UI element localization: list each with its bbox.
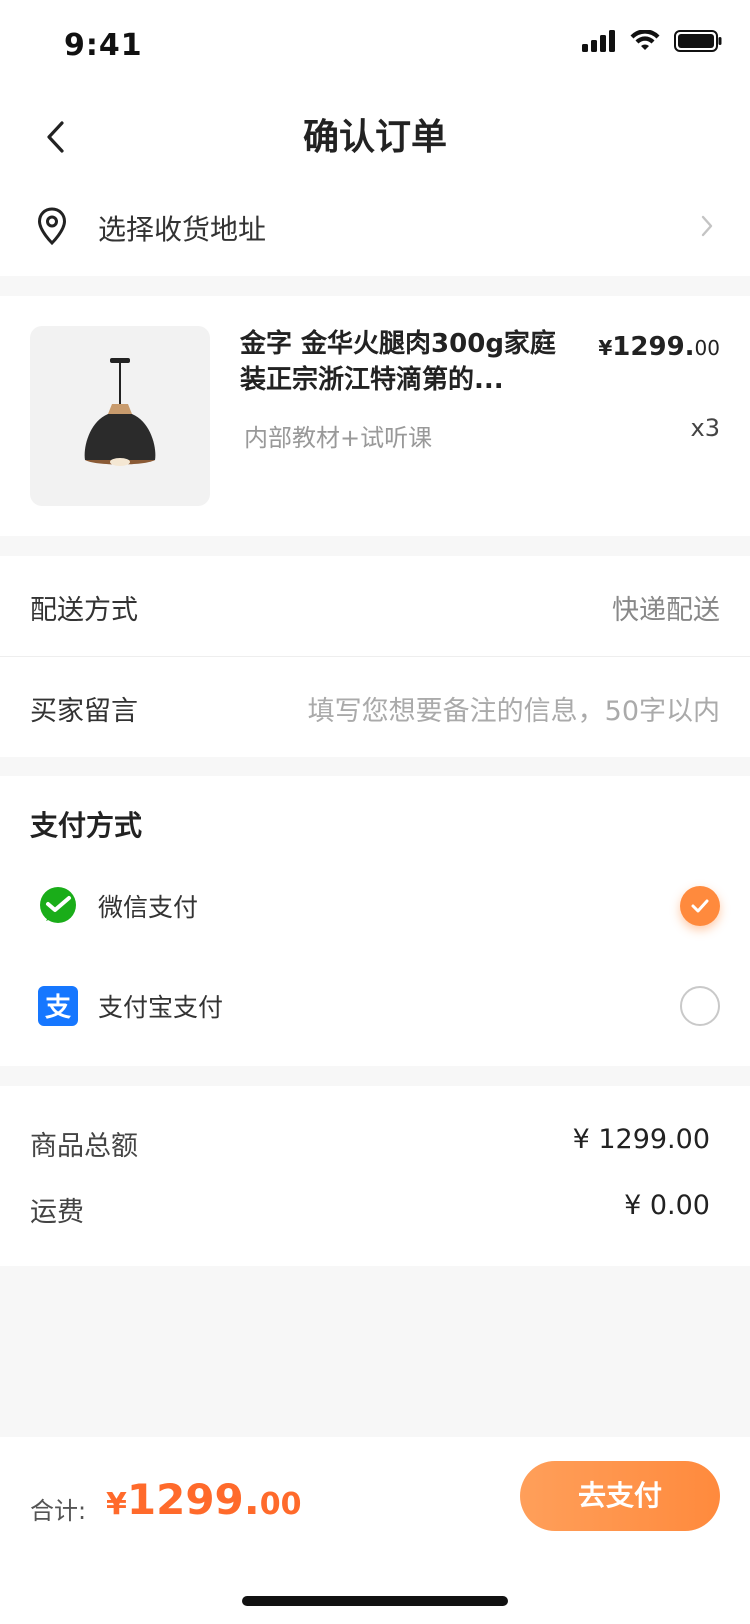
total-amount: ¥1299.00	[106, 1475, 301, 1524]
page-title: 确认订单	[302, 117, 447, 158]
home-indicator	[242, 1596, 508, 1606]
total-label: 合计:	[30, 1497, 87, 1525]
signal-icon	[582, 30, 615, 52]
wechat-pay-icon	[40, 887, 76, 923]
status-icons	[582, 30, 722, 52]
status-bar: 9:41	[0, 0, 750, 90]
price-currency: ¥	[598, 336, 613, 360]
alipay-icon: 支	[38, 986, 78, 1026]
status-time: 9:41	[64, 28, 143, 63]
product-title[interactable]: 金字 金华火腿肉300g家庭装正宗浙江特滴第的...	[240, 326, 580, 398]
payment-option-alipay[interactable]: 支 支付宝支付	[0, 956, 750, 1056]
product-price: ¥1299.00	[598, 332, 720, 362]
payment-option-alipay-label: 支付宝支付	[98, 993, 224, 1022]
goods-total-label: 商品总额	[30, 1131, 138, 1162]
price-integer: 1299.	[612, 332, 695, 362]
payment-radio-checked[interactable]	[680, 886, 720, 926]
price-decimal: 00	[694, 336, 720, 360]
battery-icon	[674, 30, 722, 52]
shipping-fee-label: 运费	[30, 1197, 84, 1228]
product-quantity: x3	[690, 414, 720, 442]
price-summary: 商品总额 ¥ 1299.00 运费 ¥ 0.00	[0, 1086, 750, 1266]
total-decimal: 00	[259, 1487, 302, 1522]
goods-total-value: ¥ 1299.00	[572, 1124, 710, 1155]
total-integer: 1299.	[126, 1475, 260, 1524]
payment-method-group: 支付方式 微信支付 支 支付宝支付	[0, 776, 750, 1066]
shipping-fee-row: 运费 ¥ 0.00	[0, 1176, 750, 1236]
product-image[interactable]	[30, 326, 210, 506]
payment-option-wechat-label: 微信支付	[98, 893, 199, 922]
payment-radio-unchecked[interactable]	[680, 986, 720, 1026]
address-selector[interactable]: 选择收货地址	[0, 184, 750, 276]
buyer-message-input[interactable]: 填写您想要备注的信息，50字以内	[308, 689, 720, 728]
shipping-fee-value: ¥ 0.00	[624, 1190, 710, 1221]
total-currency: ¥	[106, 1487, 127, 1522]
product-card: 金字 金华火腿肉300g家庭装正宗浙江特滴第的... 内部教材+试听课 ¥129…	[0, 296, 750, 536]
pay-button[interactable]: 去支付	[520, 1461, 720, 1531]
check-icon	[691, 899, 709, 913]
goods-total-row: 商品总额 ¥ 1299.00	[0, 1110, 750, 1170]
svg-text:支: 支	[45, 993, 71, 1023]
product-spec: 内部教材+试听课	[244, 424, 433, 452]
buyer-message-row: 买家留言 填写您想要备注的信息，50字以内	[0, 657, 750, 757]
nav-bar: 确认订单	[0, 90, 750, 184]
address-label: 选择收货地址	[98, 213, 267, 246]
pendant-lamp-image	[84, 358, 156, 466]
delivery-method-value: 快递配送	[612, 595, 720, 626]
order-info-group: 配送方式 快递配送 买家留言 填写您想要备注的信息，50字以内	[0, 556, 750, 757]
buyer-message-label: 买家留言	[30, 696, 138, 727]
chevron-right-icon	[701, 215, 713, 237]
delivery-method-row[interactable]: 配送方式 快递配送	[0, 556, 750, 657]
location-pin-icon	[37, 207, 67, 246]
delivery-method-label: 配送方式	[30, 595, 138, 626]
wifi-icon	[630, 30, 660, 50]
payment-option-wechat[interactable]: 微信支付	[0, 856, 750, 956]
payment-method-title: 支付方式	[30, 809, 143, 842]
